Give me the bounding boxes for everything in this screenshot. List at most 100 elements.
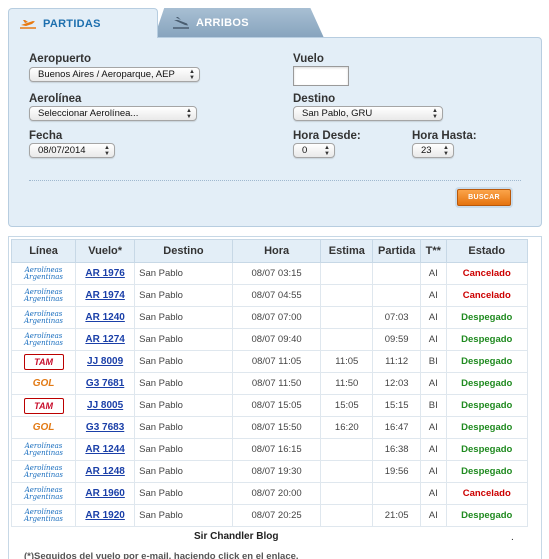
hour-from-select-value: 0 [302, 145, 308, 156]
flight-cell: JJ 8005 [75, 394, 136, 417]
status-cell: Cancelado [445, 262, 529, 285]
estimated-cell: 16:20 [320, 416, 374, 439]
airline-cell: Aerolíneas Argentinas [10, 306, 77, 329]
status-cell: Despegado [445, 372, 529, 395]
flight-link[interactable]: JJ 8005 [87, 400, 123, 411]
col-header-estado: Estado [445, 239, 529, 263]
destination-cell: San Pablo [134, 460, 233, 483]
flight-link[interactable]: AR 1240 [85, 312, 124, 323]
departure-cell [372, 284, 422, 307]
flight-link[interactable]: AR 1974 [85, 290, 124, 301]
destination-select-value: San Pablo, GRU [302, 108, 373, 119]
aerolineas-argentinas-logo: Aerolíneas Argentinas [20, 508, 68, 524]
airline-cell: TAM [10, 394, 77, 417]
terminal-cell: AI [420, 416, 447, 439]
departure-cell: 09:59 [372, 328, 422, 351]
flight-label: Vuelo [293, 53, 324, 65]
flight-cell: AR 1976 [75, 262, 136, 285]
departure-cell: 15:15 [372, 394, 422, 417]
flight-link[interactable]: JJ 8009 [87, 356, 123, 367]
time-cell: 08/07 15:50 [231, 416, 322, 439]
flight-link[interactable]: AR 1920 [85, 510, 124, 521]
status-cell: Despegado [445, 394, 529, 417]
airline-select[interactable]: Seleccionar Aerolínea... ▲ ▼ [29, 106, 197, 121]
flight-cell: G3 7681 [75, 372, 136, 395]
table-row: GOL G3 7683 San Pablo 08/07 15:50 16:20 16:47… [10, 416, 529, 439]
logo-text: Argentinas [24, 294, 63, 303]
col-header-hora: Hora [231, 239, 322, 263]
hour-from-select[interactable]: 0 ▲ ▼ [293, 143, 335, 158]
flight-link[interactable]: AR 1976 [85, 268, 124, 279]
table-row: Aerolíneas Argentinas AR 1974 San Pablo 08/0… [10, 284, 529, 307]
logo-text: Argentinas [24, 338, 63, 347]
terminal-cell: AI [420, 328, 447, 351]
flight-cell: AR 1974 [75, 284, 136, 307]
flight-input[interactable] [293, 66, 349, 86]
logo-text: Argentinas [24, 470, 63, 479]
flight-link[interactable]: AR 1274 [85, 334, 124, 345]
destination-cell: San Pablo [134, 482, 233, 505]
flight-link[interactable]: AR 1960 [85, 488, 124, 499]
terminal-cell: AI [420, 284, 447, 307]
select-arrows-icon: ▲ ▼ [324, 145, 330, 157]
departure-cell: 11:12 [372, 350, 422, 373]
time-cell: 08/07 11:50 [231, 372, 322, 395]
flight-link[interactable]: AR 1248 [85, 466, 124, 477]
select-arrows-icon: ▲ ▼ [104, 145, 110, 157]
table-row: TAM JJ 8009 San Pablo 08/07 11:05 11:05 11:12… [10, 350, 529, 373]
flights-results: Línea Vuelo* Destino Hora Estima Partida… [8, 236, 542, 559]
search-button[interactable]: BUSCAR [457, 189, 511, 206]
status-cell: Cancelado [445, 482, 529, 505]
departure-cell: 16:38 [372, 438, 422, 461]
tab-partidas[interactable]: PARTIDAS [8, 8, 158, 38]
date-select-value: 08/07/2014 [38, 145, 86, 156]
destination-select[interactable]: San Pablo, GRU ▲ ▼ [293, 106, 443, 121]
airline-select-value: Seleccionar Aerolínea... [38, 108, 139, 119]
aerolineas-argentinas-logo: Aerolíneas Argentinas [20, 486, 68, 502]
hour-to-label: Hora Hasta: [412, 130, 477, 142]
flight-link[interactable]: G3 7681 [86, 378, 124, 389]
table-row: Aerolíneas Argentinas AR 1976 San Pablo 08/0… [10, 262, 529, 285]
time-cell: 08/07 11:05 [231, 350, 322, 373]
col-header-vuelo: Vuelo* [75, 239, 136, 263]
date-select[interactable]: 08/07/2014 ▲ ▼ [29, 143, 115, 158]
airline-label: Aerolínea [29, 93, 82, 105]
logo-text: Argentinas [24, 492, 63, 501]
estimated-cell: 11:05 [320, 350, 374, 373]
tab-bar: PARTIDAS ARRIBOS [8, 8, 542, 38]
destination-label: Destino [293, 93, 336, 105]
table-row: Aerolíneas Argentinas AR 1240 San Pablo 08/0… [10, 306, 529, 329]
aerolineas-argentinas-logo: Aerolíneas Argentinas [20, 310, 68, 326]
tab-partidas-label: PARTIDAS [43, 17, 101, 30]
status-cell: Despegado [445, 306, 529, 329]
airline-cell: Aerolíneas Argentinas [10, 284, 77, 307]
estimated-cell [320, 306, 374, 329]
col-header-destino: Destino [134, 239, 233, 263]
airline-cell: Aerolíneas Argentinas [10, 262, 77, 285]
airport-label: Aeropuerto [29, 53, 91, 65]
airport-select[interactable]: Buenos Aires / Aeroparque, AEP ▲ ▼ [29, 67, 200, 82]
time-cell: 08/07 20:00 [231, 482, 322, 505]
select-arrows-icon: ▲ ▼ [443, 145, 449, 157]
airline-cell: Aerolíneas Argentinas [10, 460, 77, 483]
terminal-cell: AI [420, 306, 447, 329]
flight-cell: AR 1960 [75, 482, 136, 505]
tab-arribos[interactable]: ARRIBOS [154, 8, 324, 38]
flight-link[interactable]: AR 1244 [85, 444, 124, 455]
col-header-terminal: T** [420, 239, 447, 263]
destination-cell: San Pablo [134, 394, 233, 417]
hour-to-select[interactable]: 23 ▲ ▼ [412, 143, 454, 158]
status-cell: Despegado [445, 460, 529, 483]
hour-to-select-value: 23 [421, 145, 432, 156]
flight-cell: AR 1244 [75, 438, 136, 461]
date-label: Fecha [29, 130, 63, 142]
status-cell: Despegado [445, 504, 529, 527]
time-cell: 08/07 03:15 [231, 262, 322, 285]
destination-cell: San Pablo [134, 284, 233, 307]
gol-logo: GOL [32, 378, 55, 389]
time-cell: 08/07 19:30 [231, 460, 322, 483]
tam-logo: TAM [23, 397, 64, 414]
flight-link[interactable]: G3 7683 [86, 422, 124, 433]
departure-plane-icon [20, 19, 36, 29]
estimated-cell [320, 482, 374, 505]
